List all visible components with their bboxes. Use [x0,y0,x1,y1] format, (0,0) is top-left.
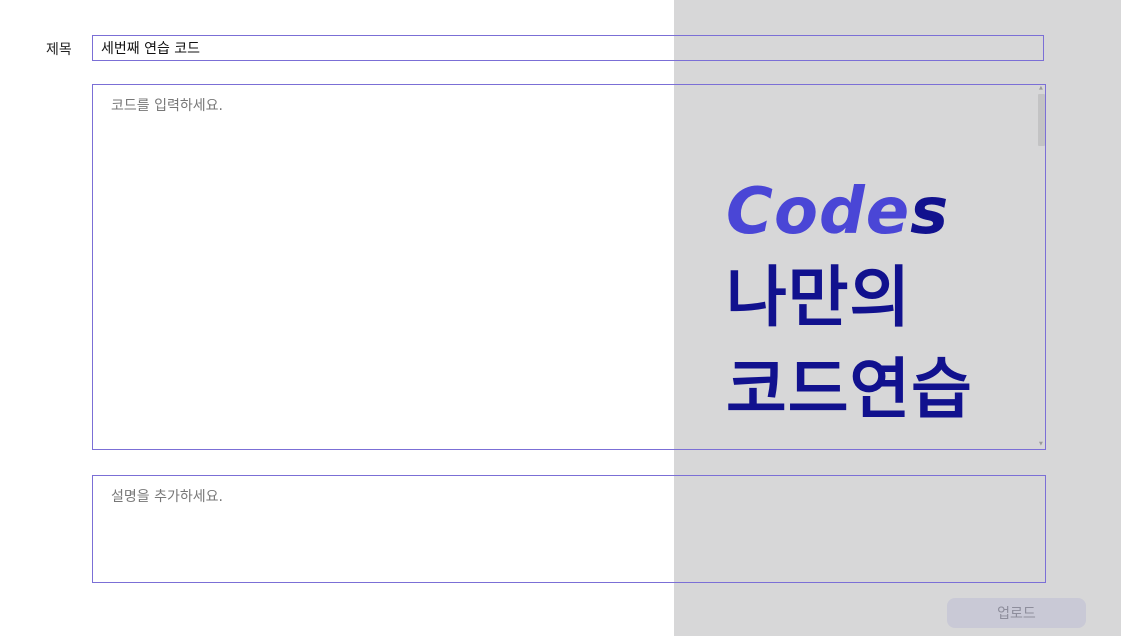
code-scrollbar[interactable]: ▲ ▼ [1038,86,1045,448]
title-input[interactable] [92,35,1044,61]
code-upload-page: 제목 ▲ ▼ Codes 나만의 코드연습 업로드 [0,0,1121,636]
scrollbar-thumb[interactable] [1038,94,1045,146]
scroll-down-arrow-icon[interactable]: ▼ [1039,442,1043,447]
brand-codes-accent: Code [726,175,911,249]
scroll-up-arrow-icon[interactable]: ▲ [1039,86,1043,91]
brand-logo: Codes 나만의 코드연습 [726,172,973,436]
brand-codes-wordmark: Codes [726,172,973,252]
upload-button[interactable]: 업로드 [947,598,1086,628]
brand-line-1: 나만의 [726,259,912,336]
brand-codes-suffix: s [910,175,950,249]
brand-line-2: 코드연습 [726,351,973,428]
description-input[interactable] [92,475,1046,583]
title-label: 제목 [46,42,72,58]
